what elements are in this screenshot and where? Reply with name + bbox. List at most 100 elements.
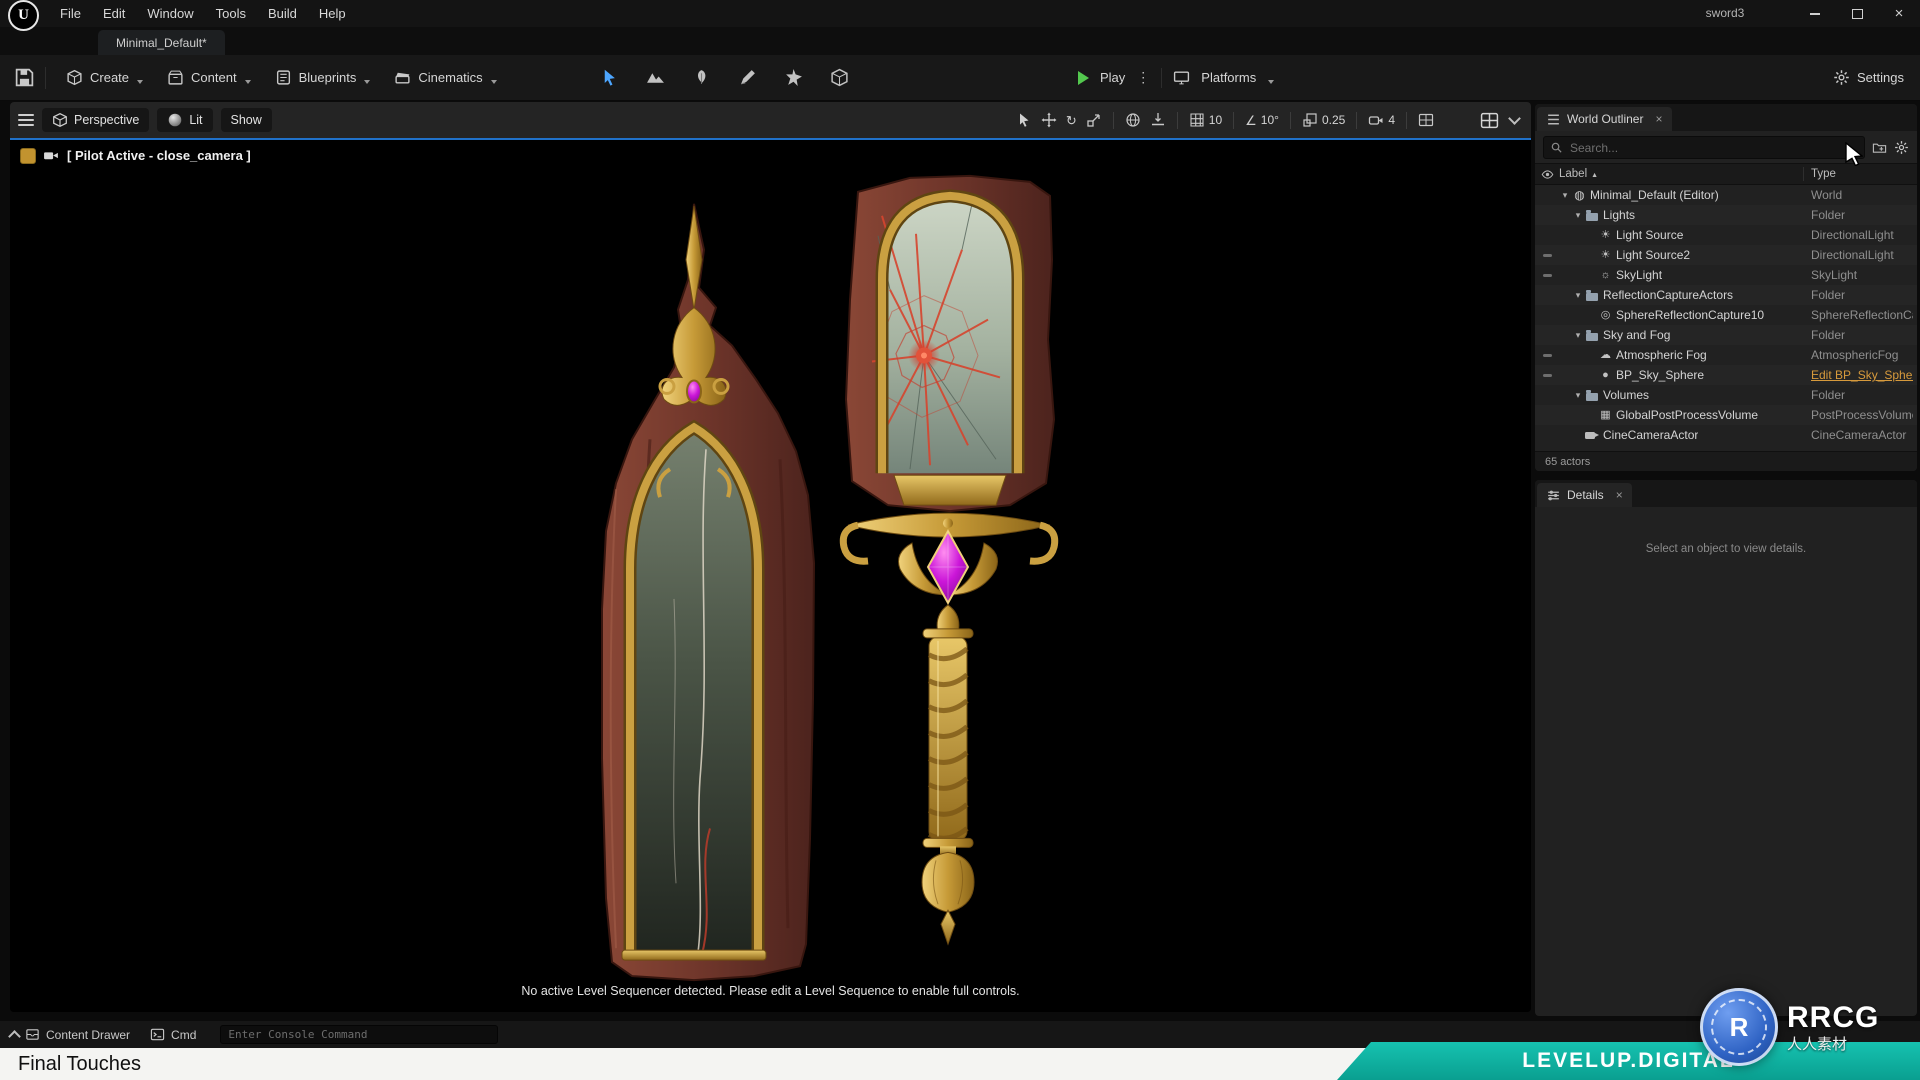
scabbard-mesh[interactable] — [601, 203, 816, 982]
outliner-search[interactable] — [1543, 136, 1865, 159]
viewport-3d-area[interactable]: [ Pilot Active - close_camera ] No activ… — [10, 138, 1531, 1012]
outliner-row-spherereflectioncapture10[interactable]: ◎ SphereReflectionCapture10 SphereReflecti… — [1535, 305, 1917, 325]
outliner-row-light-source[interactable]: ☀ Light Source DirectionalLight — [1535, 225, 1917, 245]
content-drawer-button[interactable]: Content Drawer — [0, 1021, 140, 1048]
settings-button[interactable]: Settings — [1833, 55, 1904, 100]
camera-speed-control[interactable]: 4 — [1368, 112, 1395, 128]
outliner-row-atmospheric-fog[interactable]: ☁ Atmospheric Fog AtmosphericFog — [1535, 345, 1917, 365]
expander-arrow-icon[interactable]: ▾ — [1559, 190, 1571, 201]
play-icon[interactable] — [1078, 70, 1089, 85]
show-button[interactable]: Show — [220, 108, 272, 132]
viewport-menu-icon[interactable] — [18, 114, 34, 126]
minimize-button[interactable] — [1794, 0, 1836, 27]
viewport-layout-icon[interactable] — [1480, 111, 1499, 130]
viewport-toolbar: Perspective Lit Show ↻ 10 ∠ 10° 0.25 4 — [10, 102, 1531, 138]
play-options-icon[interactable]: ⋮ — [1136, 69, 1150, 86]
menu-window[interactable]: Window — [136, 0, 204, 27]
outliner-row-volumes[interactable]: ▾ Volumes Folder — [1535, 385, 1917, 405]
outliner-row-reflectioncaptureactors[interactable]: ▾ ReflectionCaptureActors Folder — [1535, 285, 1917, 305]
maximize-viewport-icon[interactable] — [1418, 112, 1434, 128]
world-space-icon[interactable] — [1125, 112, 1141, 128]
toolbar-button-content[interactable]: Content — [157, 63, 261, 92]
mesh-paint-mode-icon[interactable] — [738, 68, 757, 87]
scale-snap-toggle[interactable]: 0.25 — [1302, 112, 1345, 128]
scale-tool-icon[interactable] — [1086, 112, 1102, 128]
maximize-button[interactable] — [1836, 0, 1878, 27]
lit-mode-button[interactable]: Lit — [157, 108, 213, 132]
console-command-input[interactable] — [220, 1025, 499, 1044]
expander-arrow-icon[interactable]: ▾ — [1572, 390, 1584, 401]
dagger-mesh[interactable] — [839, 174, 1059, 946]
save-button[interactable] — [14, 67, 35, 88]
type-column-header[interactable]: Type — [1811, 168, 1836, 180]
menu-build[interactable]: Build — [257, 0, 308, 27]
fracture-mode-icon[interactable] — [784, 68, 803, 87]
actor-type-link[interactable]: Edit BP_Sky_Sphere — [1811, 368, 1913, 382]
folder-icon — [1584, 326, 1601, 344]
tab-details[interactable]: Details × — [1537, 483, 1632, 507]
close-button[interactable]: × — [1878, 0, 1920, 27]
perspective-button[interactable]: Perspective — [42, 108, 150, 132]
landscape-mode-icon[interactable] — [646, 68, 665, 87]
rotation-snap-toggle[interactable]: ∠ 10° — [1245, 113, 1279, 127]
visibility-toggle[interactable] — [1535, 374, 1559, 377]
outliner-row-skylight[interactable]: ☼ SkyLight SkyLight — [1535, 265, 1917, 285]
minimize-icon — [1810, 12, 1820, 15]
visibility-toggle[interactable] — [1535, 354, 1559, 357]
menu-help[interactable]: Help — [308, 0, 357, 27]
platforms-button[interactable]: Platforms — [1201, 70, 1256, 85]
toolbar-button-cinematics[interactable]: Cinematics — [384, 63, 506, 92]
surface-snap-icon[interactable] — [1150, 112, 1166, 128]
foliage-mode-icon[interactable] — [692, 68, 711, 87]
outliner-row-cinecameraactor[interactable]: CineCameraActor CineCameraActor — [1535, 425, 1917, 445]
modeling-mode-icon[interactable] — [830, 68, 849, 87]
select-tool-icon[interactable] — [1016, 112, 1032, 128]
label-column-header[interactable]: Label ▲ — [1559, 168, 1598, 180]
visibility-column-eye-icon[interactable] — [1535, 168, 1559, 181]
chevron-down-icon[interactable] — [1508, 112, 1521, 125]
outliner-row-light-source2[interactable]: ☀ Light Source2 DirectionalLight — [1535, 245, 1917, 265]
unreal-logo-icon[interactable]: U — [8, 0, 39, 31]
close-icon[interactable]: × — [1616, 488, 1623, 502]
tab-label: Minimal_Default* — [116, 35, 207, 50]
perspective-label: Perspective — [74, 113, 140, 127]
grid-snap-toggle[interactable]: 10 — [1189, 112, 1222, 128]
toolbar-button-blueprints[interactable]: Blueprints — [265, 63, 381, 92]
actor-label: Sky and Fog — [1603, 328, 1671, 342]
menu-edit[interactable]: Edit — [92, 0, 136, 27]
toolbar-button-create[interactable]: Create — [56, 63, 153, 92]
sky-sphere-icon: ● — [1602, 369, 1609, 381]
lit-label: Lit — [189, 113, 203, 127]
visibility-toggle[interactable] — [1535, 274, 1559, 277]
tab-bar: Minimal_Default* — [0, 27, 1920, 55]
select-mode-icon[interactable] — [600, 68, 619, 87]
outliner-row-bp-sky-sphere[interactable]: ● BP_Sky_Sphere Edit BP_Sky_Sphere — [1535, 365, 1917, 385]
sky-light-icon: ☼ — [1600, 269, 1611, 281]
visibility-toggle[interactable] — [1535, 254, 1559, 257]
folder-icon — [1584, 206, 1601, 224]
search-input[interactable] — [1568, 139, 1858, 156]
outliner-row-globalpostprocessvolume[interactable]: ▦ GlobalPostProcessVolume PostProcessVolum… — [1535, 405, 1917, 425]
outliner-row-lights[interactable]: ▾ Lights Folder — [1535, 205, 1917, 225]
move-tool-icon[interactable] — [1041, 112, 1057, 128]
play-button[interactable]: Play — [1100, 70, 1125, 85]
fog-icon: ☁ — [1600, 349, 1611, 361]
level-viewport[interactable]: Perspective Lit Show ↻ 10 ∠ 10° 0.25 4 [… — [10, 102, 1531, 1012]
actor-label: Minimal_Default (Editor) — [1590, 188, 1719, 202]
tab-world-outliner[interactable]: World Outliner × — [1537, 107, 1672, 131]
folder-icon — [1584, 386, 1601, 404]
expander-arrow-icon[interactable]: ▾ — [1572, 330, 1584, 341]
outliner-settings-gear-icon[interactable] — [1894, 140, 1909, 155]
pilot-eject-icon[interactable] — [20, 147, 36, 164]
close-icon[interactable]: × — [1655, 112, 1662, 126]
expander-arrow-icon[interactable]: ▾ — [1572, 210, 1584, 221]
outliner-row-sky-and-fog[interactable]: ▾ Sky and Fog Folder — [1535, 325, 1917, 345]
rotate-tool-icon[interactable]: ↻ — [1066, 114, 1077, 127]
menu-tools[interactable]: Tools — [205, 0, 257, 27]
expander-arrow-icon[interactable]: ▾ — [1572, 290, 1584, 301]
tab-minimal-default[interactable]: Minimal_Default* — [98, 30, 225, 55]
outliner-row-minimal-default-editor-[interactable]: ▾ ◍ Minimal_Default (Editor) World — [1535, 185, 1917, 205]
menu-file[interactable]: File — [49, 0, 92, 27]
cmd-selector[interactable]: Cmd — [140, 1021, 206, 1048]
new-folder-icon[interactable] — [1872, 140, 1887, 155]
